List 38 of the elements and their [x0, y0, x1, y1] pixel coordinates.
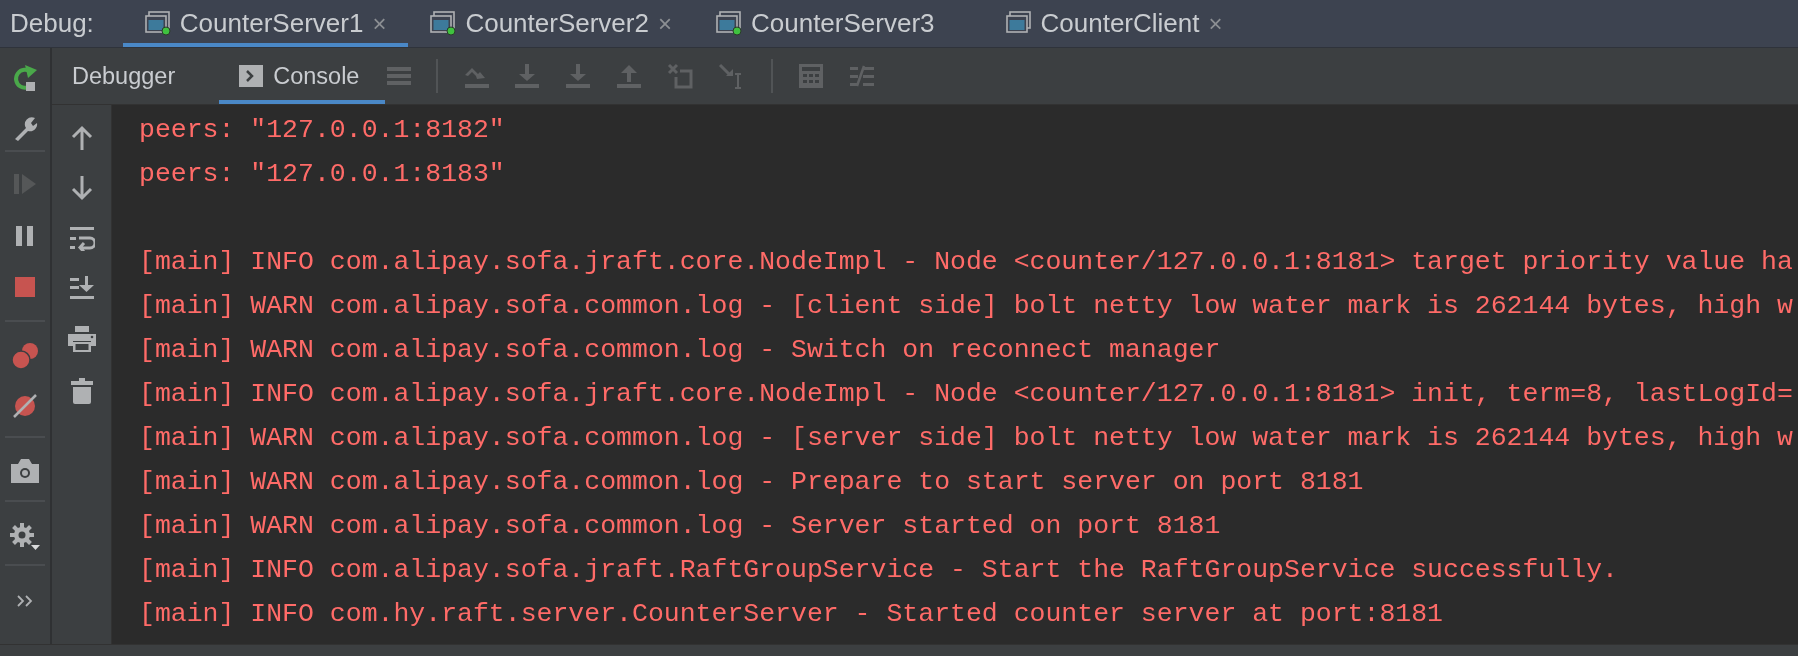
tab-label: CounterServer3	[750, 8, 935, 39]
scroll-to-end-icon[interactable]	[68, 275, 95, 301]
window-icon	[1005, 11, 1032, 36]
panel-label: Debug:	[9, 7, 95, 40]
print-icon[interactable]	[66, 325, 97, 353]
console-line: [main] INFO com.alipay.sofa.jraft.RaftGroupService - Start the RaftGroupService successfully.	[139, 555, 1618, 585]
console-line: peers: "127.0.0.1:8182"	[139, 115, 505, 145]
soft-wrap-icon[interactable]	[68, 225, 95, 251]
console-line: [main] WARN com.alipay.sofa.common.log - [server side] bolt netty low water mark is 262144 bytes, high w	[139, 423, 1793, 453]
tab-label: CounterClient	[1040, 8, 1200, 39]
panel-tab[interactable]: Debugger	[52, 48, 220, 104]
console-line: [main] WARN com.alipay.sofa.common.log - Server started on port 8181	[139, 511, 1221, 541]
breakpoints-icon[interactable]	[11, 342, 39, 370]
run-tab[interactable]: CounterClient ×	[983, 0, 1245, 47]
console-icon	[239, 65, 264, 87]
camera-icon[interactable]	[10, 458, 40, 484]
trash-icon[interactable]	[69, 377, 94, 405]
console-line: [main] WARN com.alipay.sofa.common.log - Prepare to start server on port 8181	[139, 467, 1364, 497]
console-line: [main] INFO com.alipay.sofa.jraft.core.NodeImpl - Node <counter/127.0.0.1:8181> init, term=8, lastLogId=	[139, 379, 1793, 409]
console-line: [main] WARN com.alipay.sofa.common.log - [client side] bolt netty low water mark is 262144 bytes, high w	[139, 291, 1793, 321]
tab-label: CounterServer1	[179, 8, 364, 39]
run-tab[interactable]: CounterServer2 ×	[408, 0, 694, 47]
more-icon[interactable]	[15, 594, 35, 608]
tab-label: CounterServer2	[465, 8, 649, 39]
console-line: peers: "127.0.0.1:8183"	[139, 159, 505, 189]
stop-icon[interactable]	[14, 276, 36, 298]
console-line: [main] WARN com.alipay.sofa.common.log - Switch on reconnect manager	[139, 335, 1221, 365]
mute-breakpoints-icon[interactable]	[11, 392, 39, 420]
down-arrow-icon[interactable]	[70, 175, 93, 201]
tab-label: Console	[273, 62, 360, 90]
tab-label: Debugger	[72, 62, 176, 90]
rerun-icon[interactable]	[11, 64, 39, 92]
console-line: [main] INFO com.hy.raft.server.CounterServer - Started counter server at port:8181	[139, 599, 1443, 629]
up-arrow-icon[interactable]	[70, 125, 93, 151]
run-tab[interactable]: CounterServer3	[693, 0, 984, 47]
console-line: [main] INFO com.alipay.sofa.jraft.core.NodeImpl - Node <counter/127.0.0.1:8181> target priority value ha	[139, 247, 1793, 277]
settings-icon[interactable]	[9, 522, 41, 552]
pause-icon[interactable]	[14, 224, 36, 248]
